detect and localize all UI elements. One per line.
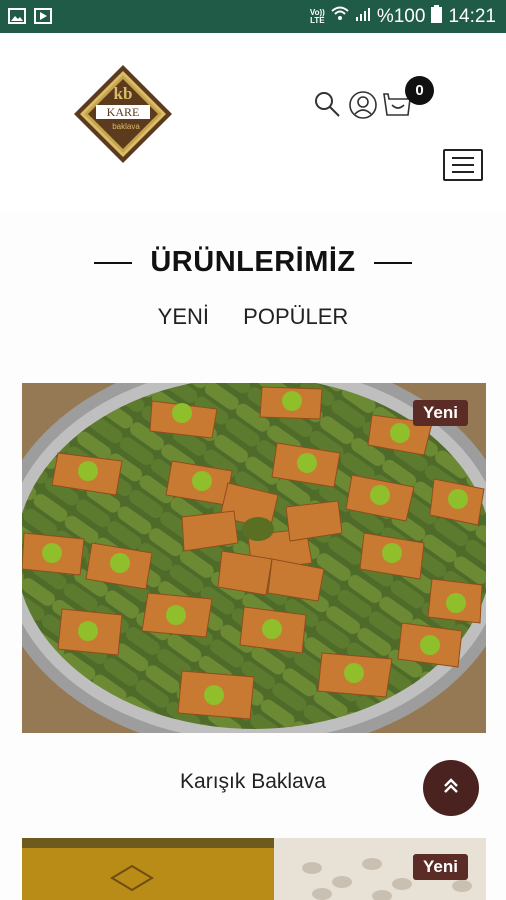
scroll-to-top-button[interactable] — [423, 760, 479, 816]
cart-count-badge: 0 — [405, 76, 434, 105]
new-badge: Yeni — [413, 854, 468, 880]
play-icon — [34, 7, 52, 25]
tab-new[interactable]: YENİ — [158, 304, 209, 330]
signal-icon — [355, 6, 371, 28]
title-divider-left — [93, 261, 132, 264]
image-icon — [8, 7, 26, 25]
section-title: ÜRÜNLERİMİZ — [150, 246, 356, 278]
search-icon[interactable] — [312, 89, 342, 119]
battery-percent: %100 — [376, 6, 426, 27]
status-bar: Vo)) LTE %100 14:21 — [0, 0, 506, 33]
section-title-row: ÜRÜNLERİMİZ — [0, 246, 506, 279]
product-image[interactable]: Yeni — [22, 838, 486, 900]
svg-text:kb: kb — [114, 84, 133, 103]
tab-popular[interactable]: POPÜLER — [243, 304, 348, 330]
battery-icon — [431, 5, 443, 29]
svg-text:baklava: baklava — [112, 122, 140, 131]
double-chevron-up-icon — [441, 776, 461, 801]
new-badge: Yeni — [413, 400, 468, 426]
svg-text:KARE: KARE — [107, 105, 140, 119]
product-tabs: YENİ POPÜLER — [0, 304, 506, 330]
user-icon[interactable] — [348, 90, 378, 120]
volte-indicator: Vo)) LTE — [309, 8, 325, 25]
wifi-icon — [331, 6, 349, 28]
menu-icon[interactable] — [443, 149, 483, 181]
clock: 14:21 — [448, 6, 496, 27]
site-header: kb KARE baklava 0 — [0, 33, 506, 213]
title-divider-right — [374, 261, 413, 264]
product-image[interactable]: Yeni — [22, 383, 486, 733]
brand-logo[interactable]: kb KARE baklava — [72, 63, 174, 165]
